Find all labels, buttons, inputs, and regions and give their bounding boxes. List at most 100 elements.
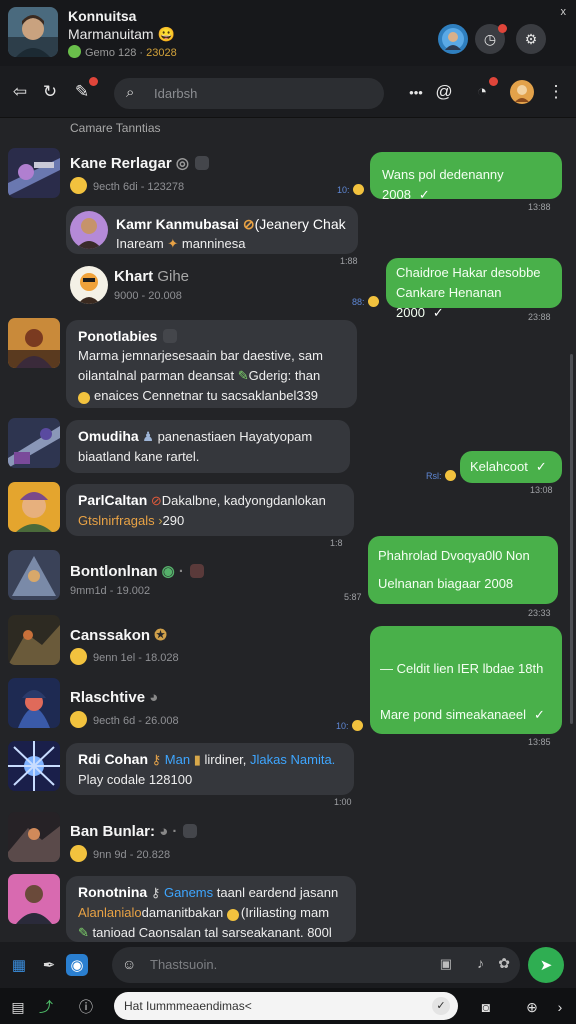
address-input[interactable]: Hat Iummmeaendimas< ✓	[114, 992, 458, 1020]
system-bar: ▤ ⤴ ⓘ Hat Iummmeaendimas< ✓ ◙ ⊕ ›	[0, 988, 576, 1024]
chip-icon	[183, 824, 198, 838]
chat-name[interactable]: Rlaschtive ◕	[70, 689, 158, 706]
message-title: Kamr Kanmubasai ⊘(Jeanery Chak	[116, 214, 346, 234]
message-line-tail2: (Iriliasting mam	[240, 905, 330, 920]
avatar[interactable]	[70, 266, 108, 304]
chat-name-text: Khart	[114, 268, 154, 285]
incoming-message[interactable]: Omudiha ♟ panenastiaen Hayatyopam biaatl…	[66, 420, 350, 473]
pin-icon[interactable]: ✎	[70, 77, 98, 104]
message-sender: Omudiha	[78, 428, 139, 444]
outgoing-message[interactable]: Kelahcoot ✓	[460, 451, 562, 483]
message-title: Omudiha ♟ panenastiaen Hayatyopam	[78, 426, 338, 447]
message-line-text: enaices Cennetnar tu sacsaklanbel339	[94, 388, 319, 403]
more-icon[interactable]: •••	[404, 80, 428, 104]
search-icon: ⌕	[126, 84, 135, 101]
message-title-tail3: Jlakas Namita.	[250, 752, 336, 767]
gif-icon[interactable]: ✿	[498, 955, 510, 972]
chat-sub: 9ecth 6d - 26.008	[70, 711, 179, 728]
message-line-tail: 800l	[307, 925, 332, 940]
close-icon[interactable]: x	[561, 6, 567, 18]
outgoing-message[interactable]: Phahrolad Dvoqya0l0 Non Uelnanan biagaar…	[368, 536, 558, 604]
info-icon[interactable]: ⓘ	[76, 997, 96, 1017]
link-icon[interactable]: ⤴	[36, 997, 56, 1017]
chat-meta: Gemo 128 · 23028	[68, 45, 177, 59]
chat-name-text: Kane Rerlagar	[70, 155, 172, 172]
emoji-picker-icon[interactable]: ☺	[122, 956, 136, 972]
chat-name[interactable]: Ban Bunlar: ◕ ·	[70, 823, 198, 840]
chat-name-text: Canssakon	[70, 627, 151, 644]
message-line: Alanlanialodamanitbakan (Iriliasting mam	[78, 903, 344, 923]
incoming-message[interactable]: ParlCaltan ⊘Dakalbne, kadyongdanlokan Gt…	[66, 484, 354, 536]
mic-icon[interactable]: ♪	[477, 955, 484, 971]
reaction-text: 88:	[352, 297, 365, 307]
settings-icon: ◕	[159, 823, 169, 840]
chat-title: Konnuitsa	[68, 8, 137, 24]
incoming-message[interactable]: Rdi Cohan ⚷ Man ▮ lirdiner, Jlakas Namit…	[66, 743, 354, 795]
avatar[interactable]	[8, 615, 60, 665]
attach-icon[interactable]: ▣	[440, 956, 452, 972]
message-title: Ponotlabies	[78, 326, 345, 346]
emoji-icon	[78, 392, 90, 404]
confirm-icon[interactable]: ✓	[432, 997, 450, 1015]
grid-icon[interactable]: ▦	[8, 954, 30, 976]
back-icon[interactable]: ⇦	[8, 80, 32, 104]
avatar[interactable]	[8, 550, 60, 600]
reaction-text: 10:	[337, 185, 350, 195]
reaction-emoji-icon	[444, 470, 456, 481]
chevron-right-icon[interactable]: ›	[550, 997, 570, 1017]
settings-button[interactable]: ⚙	[516, 24, 546, 54]
avatar[interactable]	[8, 874, 60, 924]
user-avatar-icon[interactable]	[510, 80, 534, 104]
message-line-text: Alanlanialo	[78, 905, 142, 920]
mention-icon[interactable]: @	[432, 80, 456, 104]
message-line-text: Mare pond simeakanaeel	[380, 707, 526, 722]
window-icon[interactable]: ▤	[8, 997, 28, 1017]
globe-icon[interactable]: ⊕	[522, 997, 542, 1017]
avatar[interactable]	[8, 678, 60, 728]
read-check-icon: ✓	[533, 707, 545, 722]
globe-icon: ◉	[161, 563, 175, 580]
outgoing-message[interactable]: Wans pol dedenanny 2008 ✓	[370, 152, 562, 202]
notifications-icon[interactable]: ◔	[470, 77, 498, 104]
avatar[interactable]	[8, 148, 60, 198]
chat-sub-text: 9nn 9d - 20.828	[93, 849, 171, 861]
read-check-icon: ✓	[535, 459, 547, 474]
chat-name[interactable]: Kane Rerlagar ◎	[70, 154, 209, 172]
avatar[interactable]	[8, 812, 60, 862]
notifications-badge	[489, 77, 498, 86]
reaction-mini: 88:	[352, 296, 379, 307]
clock-button[interactable]: ◷	[475, 24, 507, 54]
incoming-message[interactable]: Kamr Kanmubasai ⊘(Jeanery Chak Inaream ✦…	[66, 206, 358, 254]
avatar[interactable]	[8, 741, 60, 791]
camera-icon[interactable]: ◙	[476, 997, 496, 1017]
profile-avatar[interactable]	[8, 7, 58, 57]
brush-icon[interactable]: ✒	[38, 954, 60, 976]
outgoing-message[interactable]: Chaidroe Hakar desobbe Cankare Henanan 2…	[386, 258, 562, 320]
incoming-message[interactable]: Ronotnina ⚷ Ganems taanl eardend jasann …	[66, 876, 356, 942]
flame-icon: ⊘	[242, 216, 255, 232]
timestamp: 1:00	[334, 797, 352, 807]
avatar[interactable]	[8, 418, 60, 468]
message-line: oilantalnal parman deansat ✎Gderig: than	[78, 366, 345, 386]
refresh-icon[interactable]: ↻	[38, 80, 62, 104]
contact-avatar-button[interactable]	[438, 24, 468, 54]
search-input[interactable]: Idarbsh	[154, 86, 197, 101]
chat-name[interactable]: Khart Gihe	[114, 268, 189, 285]
reaction-emoji-icon	[367, 296, 379, 307]
message-input[interactable]: ☺ Thastsuoin. ▣ ♪ ✿	[112, 947, 520, 983]
chat-name[interactable]: Canssakon ✪	[70, 626, 167, 644]
shield-icon: ♟	[142, 429, 154, 444]
chat-name[interactable]: Bontlonlnan ◉ ·	[70, 562, 204, 580]
star-icon: ✦	[167, 236, 179, 251]
message-text: Kelahcoot	[470, 459, 528, 474]
outgoing-message[interactable]: — Celdit lien IER lbdae 18th Mare pond s…	[370, 626, 562, 734]
kebab-menu-icon[interactable]: ⋮	[544, 80, 568, 104]
send-button[interactable]: ➤	[528, 947, 564, 983]
message-line: enaices Cennetnar tu sacsaklanbel339	[78, 386, 345, 406]
avatar[interactable]	[8, 318, 60, 368]
incoming-message[interactable]: Ponotlabies Marma jemnarjesesaain bar da…	[66, 320, 357, 408]
search-bar[interactable]: ⌕ Idarbsh	[114, 78, 384, 109]
media-icon[interactable]: ◉	[66, 954, 88, 976]
scrollbar[interactable]	[570, 354, 573, 724]
avatar[interactable]	[8, 482, 60, 532]
